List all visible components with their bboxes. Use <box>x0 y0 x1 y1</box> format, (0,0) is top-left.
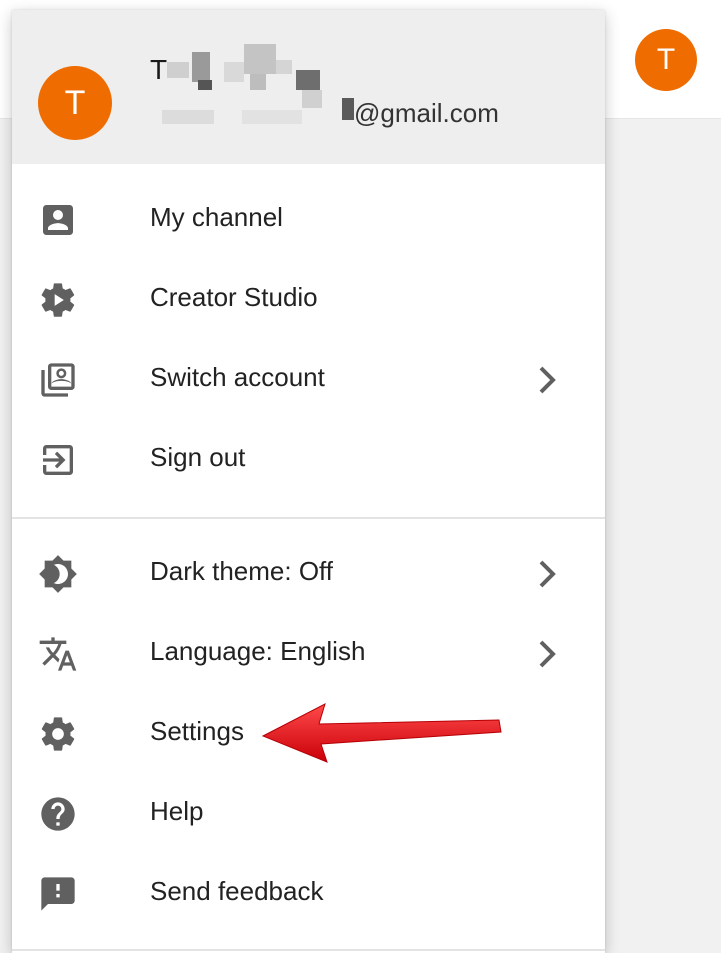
menu-item-label: Switch account <box>150 362 325 392</box>
translate-icon <box>38 634 78 674</box>
menu-item-label: Send feedback <box>150 876 324 906</box>
feedback-icon <box>38 874 78 914</box>
menu-divider <box>12 949 605 951</box>
sign-out-icon <box>38 440 78 480</box>
creator-studio-gear-icon <box>38 280 78 320</box>
menu-item-language[interactable]: Language: English <box>12 614 605 694</box>
settings-gear-icon <box>38 714 78 754</box>
menu-item-settings[interactable]: Settings <box>12 694 605 774</box>
switch-account-icon <box>38 360 78 400</box>
menu-item-label: Language: English <box>150 636 366 666</box>
menu-item-label: Sign out <box>150 442 246 472</box>
menu-item-dark-theme[interactable]: Dark theme: Off <box>12 534 605 614</box>
account-email: @gmail.com <box>354 98 499 128</box>
redacted-name <box>162 40 362 130</box>
menu-item-label: My channel <box>150 202 283 232</box>
account-menu: T T @gmail.com My channel Creator Studio… <box>12 10 605 953</box>
menu-item-sign-out[interactable]: Sign out <box>12 420 605 500</box>
dark-theme-icon <box>38 554 78 594</box>
menu-item-label: Help <box>150 796 204 826</box>
chevron-right-icon <box>533 362 561 398</box>
chevron-right-icon <box>533 636 561 672</box>
menu-item-label: Dark theme: Off <box>150 556 334 586</box>
menu-item-creator-studio[interactable]: Creator Studio <box>12 260 605 340</box>
avatar: T <box>38 66 112 140</box>
avatar-button[interactable]: T <box>635 29 697 91</box>
account-header: T T @gmail.com <box>12 10 605 164</box>
chevron-right-icon <box>533 556 561 592</box>
menu-item-label: Creator Studio <box>150 282 318 312</box>
help-icon <box>38 794 78 834</box>
menu-item-send-feedback[interactable]: Send feedback <box>12 854 605 934</box>
menu-divider <box>12 517 605 519</box>
menu-item-label: Settings <box>150 716 244 746</box>
menu-item-switch-account[interactable]: Switch account <box>12 340 605 420</box>
menu-item-help[interactable]: Help <box>12 774 605 854</box>
account-box-icon <box>38 200 78 240</box>
menu-item-my-channel[interactable]: My channel <box>12 180 605 260</box>
